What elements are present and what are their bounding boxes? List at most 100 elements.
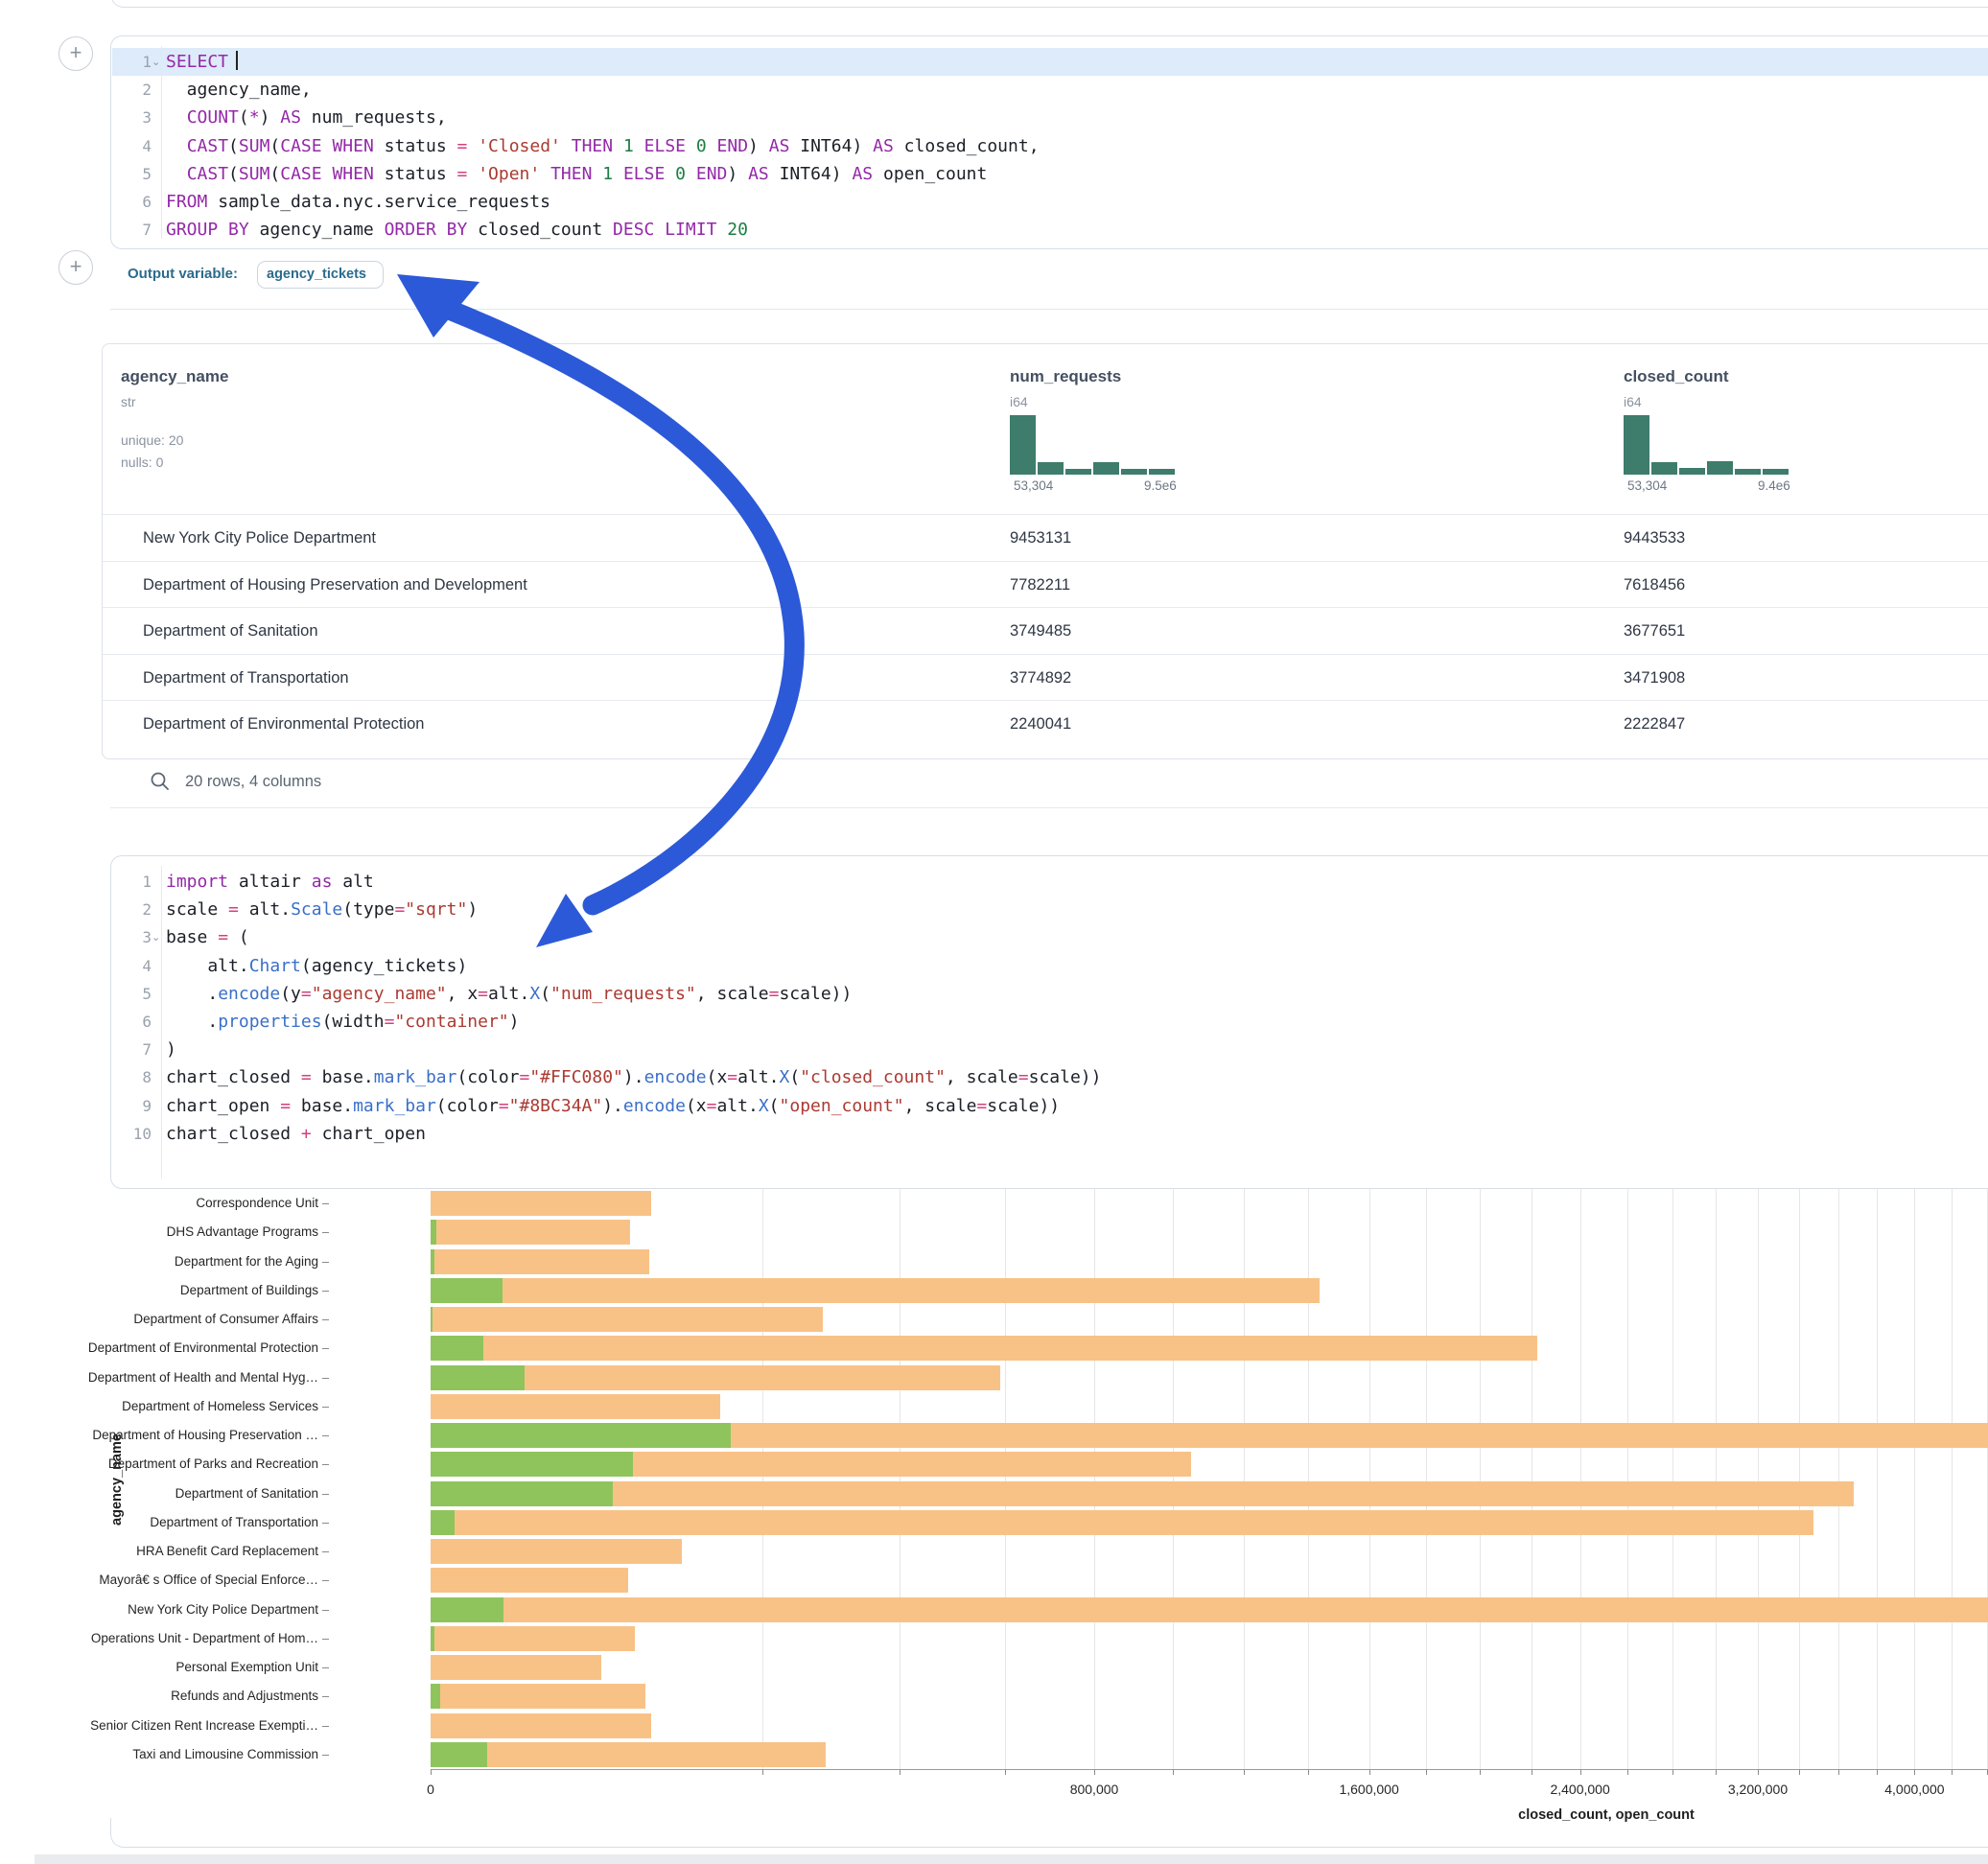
- histogram-max: 9.5e6: [1144, 478, 1177, 493]
- bar-closed-count[interactable]: [431, 1307, 823, 1332]
- histogram-bar: [1624, 415, 1649, 475]
- line-number: 8: [113, 1063, 152, 1091]
- bar-open-count[interactable]: [431, 1510, 455, 1535]
- code-line[interactable]: .encode(y="agency_name", x=alt.X("num_re…: [166, 980, 852, 1008]
- bar-closed-count[interactable]: [431, 1481, 1854, 1506]
- python-code-editor[interactable]: 1import altair as alt2scale = alt.Scale(…: [111, 856, 1988, 1188]
- bar-closed-count[interactable]: [431, 1742, 826, 1767]
- line-number: 1: [113, 48, 152, 76]
- y-axis-label: New York City Police Department: [0, 1602, 318, 1617]
- gridline: [1244, 1189, 1245, 1769]
- y-axis-label: Department of Parks and Recreation: [0, 1456, 318, 1471]
- bar-closed-count[interactable]: [431, 1278, 1320, 1303]
- code-line[interactable]: chart_closed = base.mark_bar(color="#FFC…: [166, 1063, 1101, 1091]
- bar-closed-count[interactable]: [431, 1336, 1537, 1361]
- column-header-closed_count[interactable]: closed_count: [1624, 367, 1729, 386]
- table-cell: 3749485: [1010, 608, 1071, 654]
- y-axis-tick: [322, 1348, 329, 1349]
- bar-closed-count[interactable]: [431, 1510, 1813, 1535]
- add-cell-button-top[interactable]: +: [58, 36, 93, 71]
- gridline: [1877, 1189, 1878, 1769]
- gridline: [1914, 1189, 1915, 1769]
- code-line[interactable]: base = (: [166, 923, 249, 951]
- table-row[interactable]: Department of Sanitation37494853677651: [103, 607, 1988, 654]
- line-number: 4: [113, 132, 152, 160]
- x-axis-tick-label: 3,200,000: [1728, 1782, 1788, 1797]
- y-axis-title: agency_name: [109, 1433, 125, 1526]
- code-fold-chevron-icon[interactable]: ⌄: [152, 48, 160, 76]
- table-cell: New York City Police Department: [143, 515, 376, 561]
- dataframe-table[interactable]: agency_namestrunique: 20nulls: 0num_requ…: [102, 343, 1988, 759]
- gridline: [762, 1189, 763, 1769]
- y-axis-tick: [322, 1610, 329, 1611]
- table-cell: 3677651: [1624, 608, 1685, 654]
- code-line[interactable]: chart_open = base.mark_bar(color="#8BC34…: [166, 1092, 1060, 1120]
- bar-open-count[interactable]: [431, 1597, 503, 1622]
- code-line[interactable]: alt.Chart(agency_tickets): [166, 952, 467, 980]
- bar-closed-count[interactable]: [431, 1249, 649, 1274]
- column-type: i64: [1010, 394, 1028, 409]
- x-axis-tick-label: 800,000: [1070, 1782, 1119, 1797]
- output-variable-pill[interactable]: agency_tickets: [257, 261, 384, 289]
- code-line[interactable]: GROUP BY agency_name ORDER BY closed_cou…: [166, 216, 748, 244]
- column-histogram[interactable]: [1624, 413, 1789, 475]
- line-number: 2: [113, 76, 152, 104]
- table-row[interactable]: Department of Housing Preservation and D…: [103, 561, 1988, 608]
- code-line[interactable]: import altair as alt: [166, 868, 374, 896]
- bar-open-count[interactable]: [431, 1278, 503, 1303]
- next-cell-top-band: [35, 1854, 1988, 1864]
- code-line[interactable]: .properties(width="container"): [166, 1008, 520, 1036]
- table-row[interactable]: Department of Transportation377489234719…: [103, 654, 1988, 701]
- column-header-num_requests[interactable]: num_requests: [1010, 367, 1121, 386]
- bar-open-count[interactable]: [431, 1307, 433, 1332]
- bar-open-count[interactable]: [431, 1365, 525, 1390]
- y-axis-label: Department of Environmental Protection: [0, 1340, 318, 1355]
- bar-open-count[interactable]: [431, 1684, 440, 1709]
- search-icon[interactable]: [150, 771, 171, 792]
- histogram-max: 9.4e6: [1758, 478, 1790, 493]
- column-header-agency_name[interactable]: agency_name: [121, 367, 228, 386]
- x-axis-tick: [431, 1769, 432, 1775]
- code-line[interactable]: CAST(SUM(CASE WHEN status = 'Closed' THE…: [166, 132, 1040, 160]
- bar-closed-count[interactable]: [431, 1597, 1988, 1622]
- y-axis-label: Personal Exemption Unit: [0, 1660, 318, 1674]
- bar-closed-count[interactable]: [431, 1220, 630, 1245]
- table-row[interactable]: New York City Police Department945313194…: [103, 514, 1988, 561]
- bar-open-count[interactable]: [431, 1423, 731, 1448]
- bar-open-count[interactable]: [431, 1626, 434, 1651]
- bar-closed-count[interactable]: [431, 1626, 635, 1651]
- line-number: 5: [113, 160, 152, 188]
- histogram-bar: [1735, 469, 1761, 475]
- code-line[interactable]: chart_closed + chart_open: [166, 1120, 426, 1148]
- column-histogram[interactable]: [1010, 413, 1175, 475]
- code-line[interactable]: SELECT: [166, 48, 238, 76]
- bar-closed-count[interactable]: [431, 1684, 645, 1709]
- bar-closed-count[interactable]: [431, 1655, 601, 1680]
- code-line[interactable]: agency_name,: [166, 76, 312, 104]
- bar-open-count[interactable]: [431, 1742, 487, 1767]
- bar-open-count[interactable]: [431, 1220, 436, 1245]
- y-axis-tick: [322, 1523, 329, 1524]
- bar-closed-count[interactable]: [431, 1394, 720, 1419]
- table-cell: Department of Transportation: [143, 655, 349, 701]
- bar-closed-count[interactable]: [431, 1568, 628, 1593]
- bar-closed-count[interactable]: [431, 1713, 651, 1738]
- bar-open-count[interactable]: [431, 1336, 483, 1361]
- code-line[interactable]: scale = alt.Scale(type="sqrt"): [166, 896, 478, 923]
- bar-open-count[interactable]: [431, 1481, 613, 1506]
- bar-closed-count[interactable]: [431, 1191, 651, 1216]
- bar-open-count[interactable]: [431, 1452, 633, 1477]
- sql-code-editor[interactable]: 1⌄SELECT2 agency_name,3 COUNT(*) AS num_…: [111, 36, 1988, 248]
- table-row[interactable]: Department of Environmental Protection22…: [103, 700, 1988, 747]
- bar-closed-count[interactable]: [431, 1539, 682, 1564]
- bar-open-count[interactable]: [431, 1249, 434, 1274]
- y-axis-label: Department of Transportation: [0, 1515, 318, 1529]
- code-line[interactable]: CAST(SUM(CASE WHEN status = 'Open' THEN …: [166, 160, 987, 188]
- code-line[interactable]: FROM sample_data.nyc.service_requests: [166, 188, 550, 216]
- altair-bar-chart: 0800,0001,600,0002,400,0003,200,0004,000…: [0, 1187, 1988, 1839]
- code-line[interactable]: COUNT(*) AS num_requests,: [166, 104, 447, 131]
- code-line[interactable]: ): [166, 1036, 176, 1063]
- code-fold-chevron-icon[interactable]: ⌄: [152, 923, 160, 951]
- y-axis-label: Senior Citizen Rent Increase Exempti…: [0, 1718, 318, 1733]
- add-cell-button-middle[interactable]: +: [58, 250, 93, 285]
